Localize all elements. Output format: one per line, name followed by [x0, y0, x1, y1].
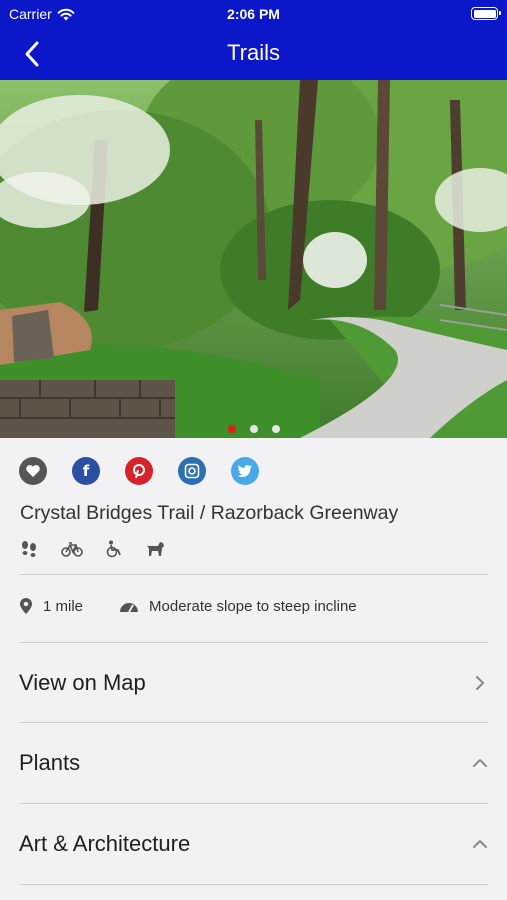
art-architecture-label: Art & Architecture	[19, 831, 191, 856]
status-bar: Carrier 2:06 PM	[0, 0, 507, 28]
trail-name: Crystal Bridges Trail / Razorback Greenw…	[20, 502, 399, 524]
plants-row[interactable]: Plants	[19, 723, 488, 803]
pinterest-icon[interactable]	[125, 457, 153, 485]
page-dot[interactable]	[271, 425, 280, 433]
art-architecture-row[interactable]: Art & Architecture	[19, 804, 488, 884]
chevron-right-icon	[476, 676, 484, 690]
view-on-map-label: View on Map	[19, 670, 146, 695]
trail-photo-carousel[interactable]	[0, 80, 507, 438]
bicycle-icon	[61, 542, 83, 557]
facebook-icon[interactable]: f	[72, 457, 100, 485]
dog-icon	[147, 542, 164, 556]
trail-photo	[0, 80, 507, 438]
gauge-icon	[120, 603, 139, 613]
twitter-icon[interactable]	[231, 457, 259, 485]
distance-fact: 1 mile	[19, 597, 83, 615]
slope-fact: Moderate slope to steep incline	[119, 598, 357, 615]
slope-value: Moderate slope to steep incline	[149, 597, 357, 615]
navigation-bar: Trails	[0, 28, 507, 80]
wheelchair-icon	[106, 540, 121, 558]
battery-icon	[471, 7, 501, 20]
view-on-map-row[interactable]: View on Map	[19, 643, 488, 723]
chevron-up-icon	[473, 840, 487, 848]
page-dot-active[interactable]	[227, 425, 236, 433]
heart-icon[interactable]	[19, 457, 47, 485]
distance-value: 1 mile	[43, 597, 84, 615]
hiking-icon	[22, 541, 36, 557]
activity-icons	[19, 540, 167, 558]
trail-facts: 1 mile Moderate slope to steep incline	[19, 597, 357, 615]
page-dot[interactable]	[249, 425, 258, 433]
divider	[19, 884, 488, 885]
share-buttons: f	[19, 457, 259, 485]
carousel-page-indicator[interactable]	[0, 425, 507, 433]
clock: 2:06 PM	[227, 6, 280, 22]
instagram-icon[interactable]	[178, 457, 206, 485]
divider	[19, 574, 488, 575]
page-title: Trails	[227, 40, 280, 65]
location-pin-icon	[20, 598, 32, 614]
plants-label: Plants	[19, 750, 81, 775]
chevron-up-icon	[473, 759, 487, 767]
